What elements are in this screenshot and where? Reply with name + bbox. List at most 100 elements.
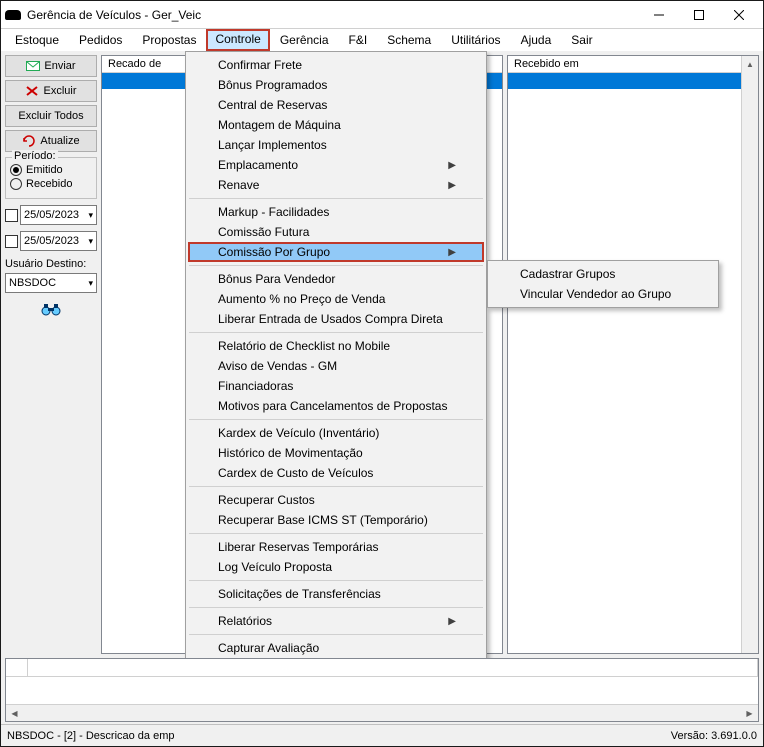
usuario-destino-value: NBSDOC	[9, 277, 56, 289]
menu-separator	[189, 634, 483, 635]
menu-item[interactable]: Log Veículo Proposta	[188, 557, 484, 577]
menu-item[interactable]: Aumento % no Preço de Venda	[188, 289, 484, 309]
left-panel: Enviar Excluir Excluir Todos Atualize Pe…	[1, 51, 101, 658]
menu-item-label: Markup - Facilidades	[218, 205, 329, 219]
menu-sair[interactable]: Sair	[561, 29, 602, 51]
menu-gerncia[interactable]: Gerência	[270, 29, 339, 51]
refresh-icon	[22, 135, 36, 147]
window-title: Gerência de Veículos - Ger_Veic	[27, 8, 639, 22]
menu-ajuda[interactable]: Ajuda	[511, 29, 562, 51]
menu-item[interactable]: Liberar Reservas Temporárias	[188, 537, 484, 557]
menu-item[interactable]: Recuperar Base ICMS ST (Temporário)	[188, 510, 484, 530]
recebido-header: Recebido em	[508, 56, 758, 73]
menu-item[interactable]: Central de Reservas	[188, 95, 484, 115]
grid-corner	[6, 659, 28, 677]
menu-separator	[189, 486, 483, 487]
date1-value: 25/05/2023	[24, 209, 79, 221]
scroll-right-icon[interactable]: ▶	[741, 709, 758, 718]
menu-item[interactable]: Aviso de Vendas - GM	[188, 356, 484, 376]
menu-item[interactable]: Renave▶	[188, 175, 484, 195]
menu-separator	[189, 607, 483, 608]
close-button[interactable]	[719, 2, 759, 28]
chevron-right-icon: ▶	[448, 160, 456, 171]
menu-item[interactable]: Kardex de Veículo (Inventário)	[188, 423, 484, 443]
radio-emitido[interactable]: Emitido	[10, 164, 92, 176]
scroll-left-icon[interactable]: ◀	[6, 709, 23, 718]
delete-icon	[25, 85, 39, 97]
menu-item-label: Renave	[218, 178, 259, 192]
menu-item[interactable]: Confirmar Frete	[188, 55, 484, 75]
menu-separator	[189, 580, 483, 581]
excluir-button[interactable]: Excluir	[5, 80, 97, 102]
scroll-up-icon[interactable]: ▲	[742, 56, 758, 73]
search-button[interactable]	[40, 302, 62, 319]
usuario-destino-label: Usuário Destino:	[5, 258, 97, 270]
date2-checkbox[interactable]	[5, 235, 18, 248]
menu-separator	[189, 533, 483, 534]
statusbar: NBSDOC - [2] - Descricao da emp Versão: …	[1, 724, 763, 746]
excluir-todos-button[interactable]: Excluir Todos	[5, 105, 97, 127]
menu-item[interactable]: Recuperar Custos	[188, 490, 484, 510]
menu-item[interactable]: Lançar Implementos	[188, 135, 484, 155]
menu-item-label: Liberar Entrada de Usados Compra Direta	[218, 312, 443, 326]
menu-item-label: Bônus Para Vendedor	[218, 272, 335, 286]
menubar: EstoquePedidosPropostasControleGerênciaF…	[1, 29, 763, 51]
recebido-list[interactable]: Recebido em ▲	[507, 55, 759, 654]
menu-estoque[interactable]: Estoque	[5, 29, 69, 51]
menu-item-label: Relatórios	[218, 614, 272, 628]
menu-item[interactable]: Relatórios ▶	[188, 611, 484, 631]
menu-item-label: Aumento % no Preço de Venda	[218, 292, 385, 306]
grid-header	[28, 659, 758, 677]
radio-icon	[10, 164, 22, 176]
menu-controle[interactable]: Controle	[206, 29, 269, 51]
menu-separator	[189, 198, 483, 199]
radio-emitido-label: Emitido	[26, 164, 63, 176]
menu-item[interactable]: Montagem de Máquina	[188, 115, 484, 135]
menu-item[interactable]: Cadastrar Grupos	[490, 264, 716, 284]
menu-item-label: Cardex de Custo de Veículos	[218, 466, 373, 480]
menu-item[interactable]: Histórico de Movimentação	[188, 443, 484, 463]
menu-item[interactable]: Relatório de Checklist no Mobile	[188, 336, 484, 356]
chevron-right-icon: ▶	[448, 616, 456, 627]
menu-item[interactable]: Cardex de Custo de Veículos	[188, 463, 484, 483]
menu-item[interactable]: Bônus Programados	[188, 75, 484, 95]
menu-item[interactable]: Liberar Entrada de Usados Compra Direta	[188, 309, 484, 329]
maximize-button[interactable]	[679, 2, 719, 28]
chevron-right-icon: ▶	[448, 247, 456, 258]
binoculars-icon	[40, 302, 62, 316]
menu-item[interactable]: Solicitações de Transferências	[188, 584, 484, 604]
menu-item[interactable]: Financiadoras	[188, 376, 484, 396]
comissao-por-grupo-submenu: Cadastrar GruposVincular Vendedor ao Gru…	[487, 260, 719, 308]
scrollbar-h[interactable]: ◀ ▶	[6, 704, 758, 721]
menu-schema[interactable]: Schema	[377, 29, 441, 51]
menu-item[interactable]: Motivos para Cancelamentos de Propostas	[188, 396, 484, 416]
menu-item[interactable]: Comissão Futura	[188, 222, 484, 242]
menu-item[interactable]: Emplacamento ▶	[188, 155, 484, 175]
radio-recebido[interactable]: Recebido	[10, 178, 92, 190]
menu-item-label: Montagem de Máquina	[218, 118, 341, 132]
menu-item[interactable]: Markup - Facilidades	[188, 202, 484, 222]
excluir-label: Excluir	[43, 85, 76, 97]
menu-item[interactable]: Capturar Avaliação	[188, 638, 484, 658]
menu-item[interactable]: Comissão Por Grupo▶	[188, 242, 484, 262]
bottom-grid[interactable]: ◀ ▶	[5, 658, 759, 722]
menu-pedidos[interactable]: Pedidos	[69, 29, 132, 51]
atualize-button[interactable]: Atualize	[5, 130, 97, 152]
menu-utilitrios[interactable]: Utilitários	[441, 29, 510, 51]
minimize-button[interactable]	[639, 2, 679, 28]
menu-separator	[189, 419, 483, 420]
menu-item-label: Financiadoras	[218, 379, 293, 393]
menu-item[interactable]: Vincular Vendedor ao Grupo	[490, 284, 716, 304]
menu-item-label: Comissão Futura	[218, 225, 309, 239]
selected-row[interactable]	[508, 73, 758, 89]
menu-fi[interactable]: F&I	[339, 29, 378, 51]
date2-input[interactable]: 25/05/2023 ▾	[20, 231, 97, 251]
enviar-button[interactable]: Enviar	[5, 55, 97, 77]
menu-propostas[interactable]: Propostas	[132, 29, 206, 51]
usuario-destino-combo[interactable]: NBSDOC ▾	[5, 273, 97, 293]
menu-item-label: Emplacamento	[218, 158, 298, 172]
menu-item[interactable]: Bônus Para Vendedor	[188, 269, 484, 289]
scrollbar[interactable]: ▲	[741, 56, 758, 653]
date1-input[interactable]: 25/05/2023 ▾	[20, 205, 97, 225]
date1-checkbox[interactable]	[5, 209, 18, 222]
